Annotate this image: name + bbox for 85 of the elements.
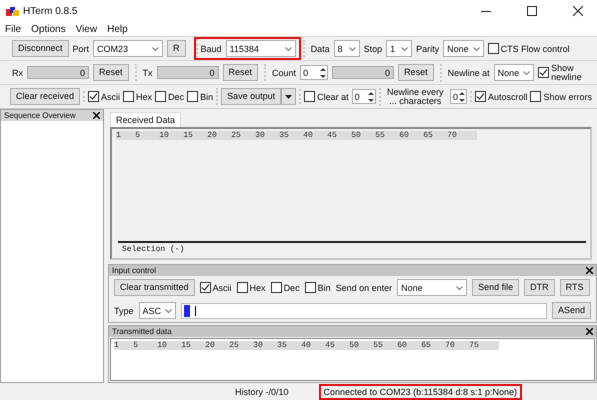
caret-icon	[472, 46, 480, 50]
button[interactable]: Reset	[222, 64, 258, 81]
panel-title: Sequence Overview	[4, 111, 76, 120]
checkbox[interactable]: CTS Flow control	[488, 43, 570, 54]
dropdown[interactable]: None	[443, 40, 484, 57]
send-button[interactable]: ASend	[552, 302, 591, 319]
field-label: Rx	[12, 68, 23, 78]
caret-icon	[165, 308, 172, 312]
button[interactable]: RTS	[560, 279, 590, 296]
checkbox[interactable]: Hex	[236, 282, 266, 293]
button[interactable]: Reset	[93, 64, 129, 81]
close-icon[interactable]	[573, 6, 583, 16]
field-label: Baud	[200, 44, 222, 54]
maximize-icon[interactable]	[527, 6, 537, 16]
field-label: Parity	[416, 44, 440, 54]
checkbox[interactable]: Show errors	[530, 91, 592, 102]
tab[interactable]: Received Data	[110, 112, 182, 127]
spin-field[interactable]: 0	[450, 89, 467, 104]
checkbox[interactable]: Bin	[187, 91, 214, 102]
button[interactable]: Clear transmitted	[114, 279, 195, 296]
input-field[interactable]	[181, 302, 547, 318]
field-label: Newline at	[448, 68, 490, 78]
field-label: Send on enter	[336, 282, 392, 292]
dropdown[interactable]: None	[494, 64, 534, 81]
caret-icon	[285, 94, 292, 98]
field-label: Data	[310, 44, 330, 54]
column-ruler: 1 5 10 15 20 25 30 35 40 45 50 55 60 65 70	[116, 131, 478, 140]
spinner-arrows-icon	[319, 66, 328, 80]
menu-item[interactable]: Help	[107, 24, 128, 34]
app-icon	[6, 6, 19, 16]
panel-title: Transmitted data	[112, 327, 172, 336]
button[interactable]: DTR	[524, 279, 555, 296]
panel-title: Input control	[112, 266, 156, 275]
checkbox[interactable]: Ascii	[200, 282, 232, 293]
dropdown[interactable]: 1	[386, 40, 412, 57]
checkbox[interactable]: Show newline	[538, 64, 586, 82]
dropdown[interactable]: COM23	[93, 40, 164, 57]
field-label: Tx	[142, 68, 153, 78]
caret-icon	[152, 46, 160, 50]
field-label: Port	[72, 44, 90, 54]
close-icon[interactable]	[93, 112, 100, 119]
dropdown[interactable]: 8	[334, 40, 360, 57]
counter-display: 0	[27, 66, 89, 79]
button[interactable]: Disconnect	[12, 40, 69, 57]
checkbox[interactable]: Dec	[155, 91, 184, 102]
checkbox[interactable]: Dec	[270, 282, 300, 293]
selection-info: Selection (-)	[118, 241, 586, 256]
spinner-arrows-icon	[366, 90, 375, 104]
close-icon[interactable]	[586, 267, 593, 274]
counter-display: 0	[156, 66, 219, 79]
checkbox[interactable]: Hex	[123, 91, 152, 102]
close-icon[interactable]	[586, 328, 593, 335]
checkbox[interactable]: Ascii	[88, 91, 120, 102]
field-label: Count	[272, 68, 296, 78]
button[interactable]: Reset	[398, 64, 434, 81]
history-status: History -/0/10	[235, 386, 289, 396]
spin-field[interactable]: 0	[352, 89, 376, 104]
spin-field[interactable]: 0	[300, 65, 328, 80]
button[interactable]: Send file	[472, 279, 520, 296]
spinner-arrows-icon	[458, 90, 466, 104]
button[interactable]: Save output	[221, 88, 282, 105]
counter-display: 0	[332, 66, 394, 79]
caret-icon	[401, 46, 408, 50]
checkbox[interactable]: Autoscroll	[474, 91, 528, 102]
caret-icon	[456, 286, 464, 290]
menu-item[interactable]: Options	[31, 24, 66, 34]
connection-status: Connected to COM23 (b:115384 d:8 s:1 p:None)	[318, 384, 522, 400]
checkbox[interactable]: Bin	[304, 282, 331, 293]
caret-icon	[284, 46, 292, 50]
column-ruler: 1 5 10 15 20 25 30 35 40 45 50 55 60 65 70 75	[114, 341, 500, 350]
dropdown[interactable]: 115384	[226, 40, 296, 57]
field-label: Newline every ... characters	[386, 88, 445, 106]
field-label: Type	[114, 306, 134, 316]
menu-item[interactable]: File	[5, 24, 22, 34]
field-label: Stop	[364, 44, 382, 54]
checkbox[interactable]: Clear at	[304, 91, 349, 102]
button[interactable]: R	[167, 40, 186, 57]
window-title: HTerm 0.8.5	[23, 6, 78, 16]
dropdown[interactable]: ASC	[138, 302, 176, 319]
dropdown[interactable]: None	[397, 279, 468, 296]
dropdown-button[interactable]	[281, 88, 296, 105]
caret-icon	[348, 46, 356, 50]
button[interactable]: Clear received	[10, 88, 80, 105]
menu-item[interactable]: View	[76, 24, 98, 34]
caret-icon	[523, 70, 530, 74]
